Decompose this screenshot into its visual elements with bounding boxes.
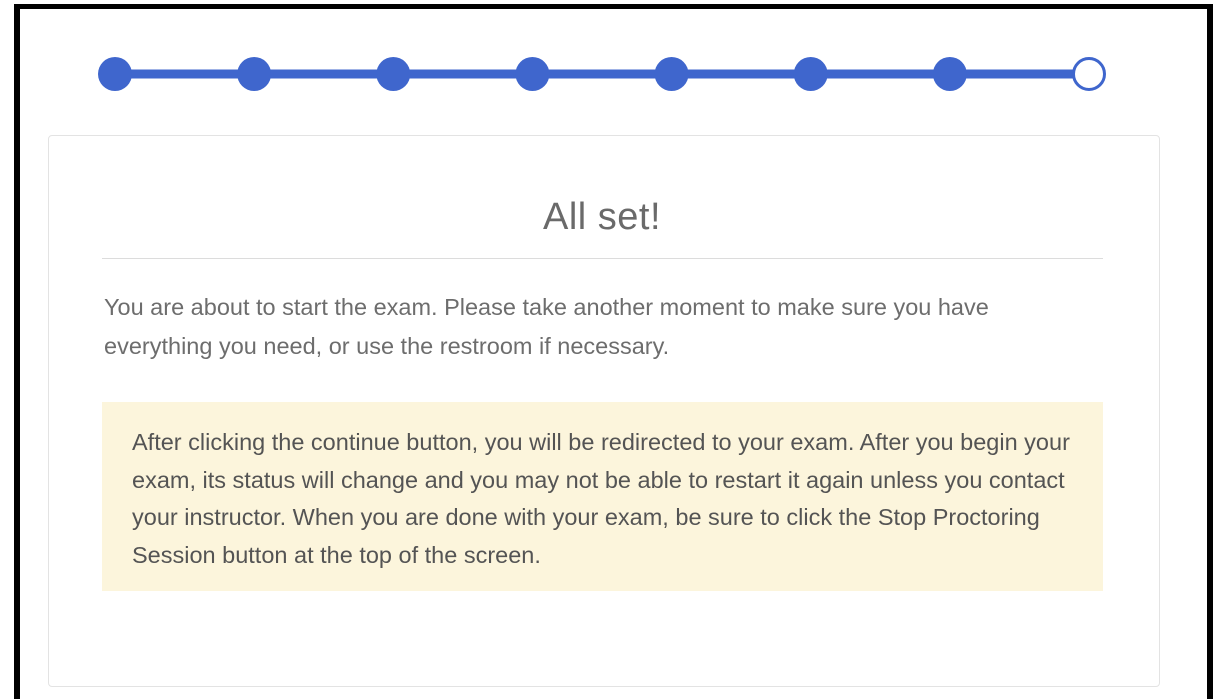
progress-step-complete <box>793 57 828 91</box>
notice-box: After clicking the continue button, you … <box>102 402 1103 591</box>
page-title: All set! <box>542 196 662 238</box>
progress-step-current <box>1072 57 1106 91</box>
intro-text: You are about to start the exam. Please … <box>104 294 989 359</box>
progress-stepper-graphic <box>98 57 1106 91</box>
progress-step-complete <box>376 57 411 91</box>
title-divider <box>102 258 1103 259</box>
progress-step-complete <box>932 57 967 91</box>
progress-stepper <box>0 0 1217 140</box>
progress-step-complete <box>654 57 689 91</box>
progress-step-complete <box>515 57 550 91</box>
notice-text: After clicking the continue button, you … <box>132 429 1070 568</box>
progress-step-complete <box>98 57 132 91</box>
progress-step-complete <box>237 57 272 91</box>
